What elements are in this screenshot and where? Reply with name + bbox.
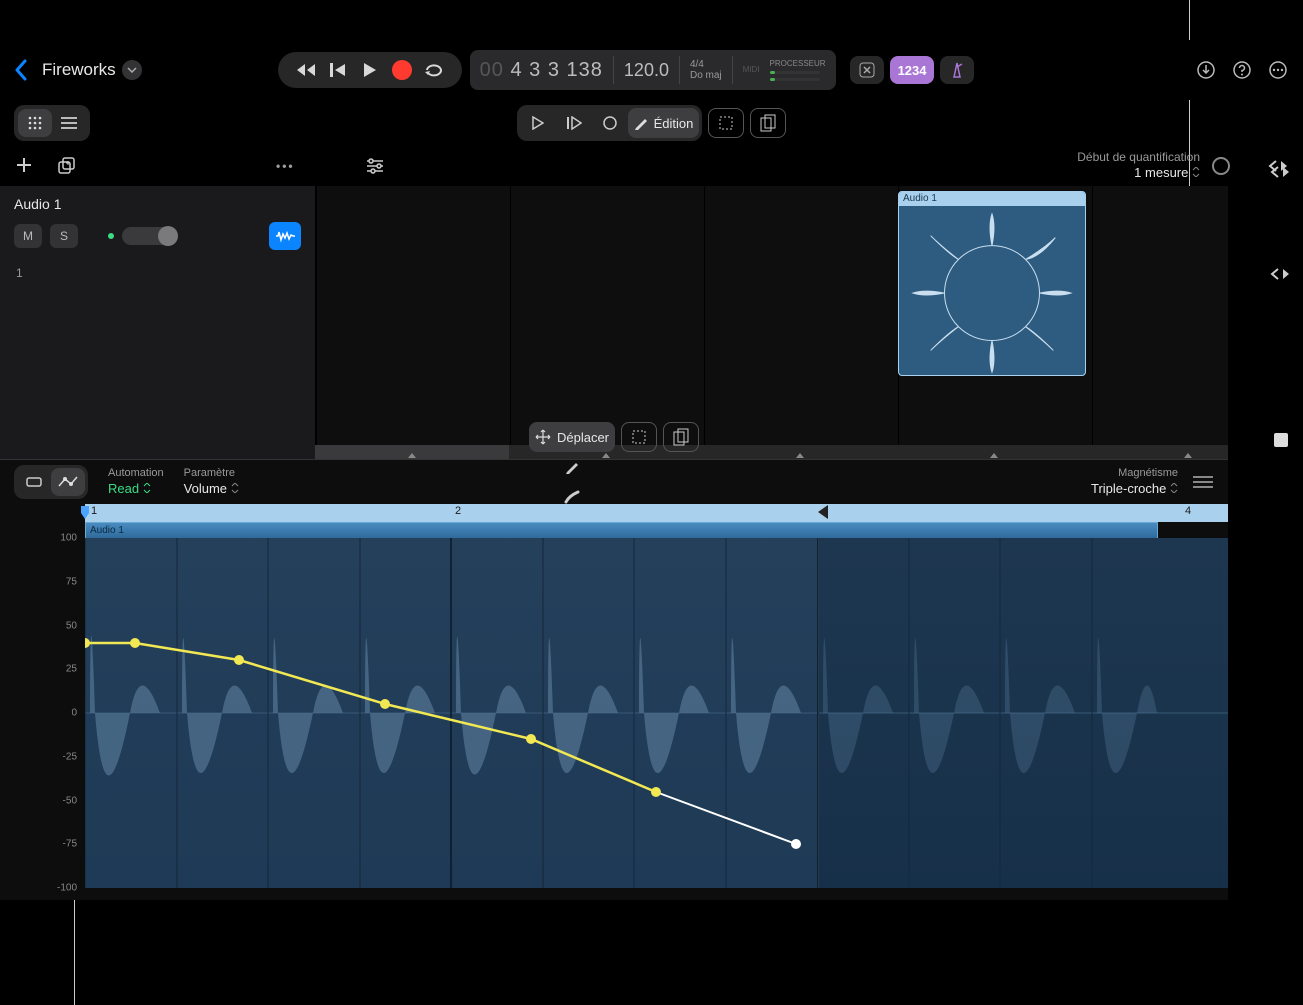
- audio-region[interactable]: Audio 1: [898, 191, 1086, 376]
- editor-menu-button[interactable]: [1192, 475, 1214, 489]
- transport-controls: [278, 52, 462, 88]
- play-from-button[interactable]: [556, 108, 592, 138]
- input-indicator-icon: [108, 233, 114, 239]
- view-toolbar: Édition: [0, 100, 1303, 146]
- pencil-tool-button[interactable]: [529, 452, 615, 482]
- marquee-tool-button-2[interactable]: [621, 422, 657, 452]
- top-right-controls: [1195, 59, 1289, 81]
- play-range-line: [818, 538, 819, 888]
- automation-editor: Automation Read Paramètre Volume Déplace…: [0, 459, 1228, 900]
- duplicate-track-button[interactable]: [56, 156, 76, 176]
- lcd-display[interactable]: 00 4 3 3 138 120.0 4/4 Do maj MIDI PROCE…: [470, 50, 836, 90]
- track-row[interactable]: Audio 1 M S: [0, 186, 315, 260]
- list-view-button[interactable]: [52, 109, 86, 137]
- top-bar: Fireworks 00 4 3 3 138 120.0 4/4: [0, 40, 1303, 100]
- project-title: Fireworks: [42, 60, 116, 80]
- lcd-position: 00 4 3 3 138: [480, 50, 603, 90]
- lcd-meters: PROCESSEUR: [770, 50, 826, 90]
- play-button[interactable]: [356, 58, 384, 82]
- nav-stop-button[interactable]: [1274, 433, 1288, 447]
- copy-tool-button[interactable]: [750, 108, 786, 138]
- count-in-button[interactable]: 1234: [890, 56, 935, 84]
- rewind-button[interactable]: [292, 58, 320, 82]
- edition-tool-button[interactable]: Édition: [628, 108, 700, 138]
- add-track-button[interactable]: [14, 155, 36, 177]
- track-icon-button[interactable]: [269, 222, 301, 250]
- track-name: Audio 1: [14, 196, 301, 212]
- quantize-knob[interactable]: [1212, 157, 1230, 175]
- region-view-button[interactable]: [17, 468, 51, 496]
- playhead-start-icon: [81, 506, 89, 520]
- editor-toolbar: Automation Read Paramètre Volume Déplace…: [0, 460, 1228, 504]
- nav-arrows-mid[interactable]: [1270, 268, 1291, 280]
- snap-control[interactable]: Magnétisme Triple-croche: [1091, 466, 1178, 497]
- region-label: Audio 1: [899, 192, 1085, 206]
- automation-mode-control[interactable]: Automation Read: [108, 466, 164, 497]
- editor-main-area[interactable]: [85, 538, 1228, 888]
- lcd-signature: 4/4 Do maj: [690, 50, 722, 90]
- editor-ruler[interactable]: 1 2 4: [85, 504, 1228, 522]
- automation-view-button[interactable]: [51, 468, 85, 496]
- back-button[interactable]: [14, 59, 28, 81]
- nav-arrows-top[interactable]: [1270, 166, 1291, 178]
- grid-view-button[interactable]: [18, 109, 52, 137]
- record-icon: [392, 60, 412, 80]
- automation-param-control[interactable]: Paramètre Volume: [184, 466, 239, 497]
- lcd-tempo: 120.0: [624, 50, 669, 90]
- loop-region-button[interactable]: [592, 108, 628, 138]
- goto-start-button[interactable]: [324, 58, 352, 82]
- project-title-wrap[interactable]: Fireworks: [36, 60, 142, 80]
- arrange-area[interactable]: Audio 1: [315, 186, 1228, 445]
- marquee-tool-button[interactable]: [708, 108, 744, 138]
- quantize-start-control[interactable]: Début de quantification 1 mesure: [1077, 150, 1200, 182]
- track-more-button[interactable]: •••: [276, 159, 295, 173]
- copy-tool-button-2[interactable]: [663, 422, 699, 452]
- third-toolbar: ••• Début de quantification 1 mesure: [0, 146, 1303, 186]
- more-menu-button[interactable]: [1267, 59, 1289, 81]
- editor-region-label[interactable]: Audio 1: [85, 522, 1158, 538]
- cycle-button[interactable]: [420, 58, 448, 82]
- volume-fader[interactable]: [122, 227, 172, 245]
- record-button[interactable]: [388, 58, 416, 82]
- metronome-button[interactable]: [940, 56, 974, 84]
- active-range-overlay: [85, 538, 818, 888]
- clear-button[interactable]: [850, 56, 884, 84]
- lcd-midi-indicator: MIDI: [743, 50, 760, 90]
- editor-region-header: Audio 1: [85, 522, 1228, 538]
- solo-button[interactable]: S: [50, 224, 78, 248]
- track-list: Audio 1 M S 1: [0, 186, 315, 465]
- track-filter-button[interactable]: [365, 158, 385, 174]
- track-number: 1: [16, 266, 23, 280]
- playhead-end-icon: [818, 505, 828, 519]
- help-button[interactable]: [1231, 59, 1253, 81]
- project-menu-chevron-icon: [122, 60, 142, 80]
- play-region-button[interactable]: [520, 108, 556, 138]
- move-tool-button[interactable]: Déplacer: [529, 422, 615, 452]
- right-nav-panel: [1258, 146, 1303, 465]
- mute-button[interactable]: M: [14, 224, 42, 248]
- download-button[interactable]: [1195, 59, 1217, 81]
- fireworks-icon: [899, 206, 1085, 374]
- editor-scale: 100 75 50 25 0 -25 -50 -75 -100: [0, 538, 85, 888]
